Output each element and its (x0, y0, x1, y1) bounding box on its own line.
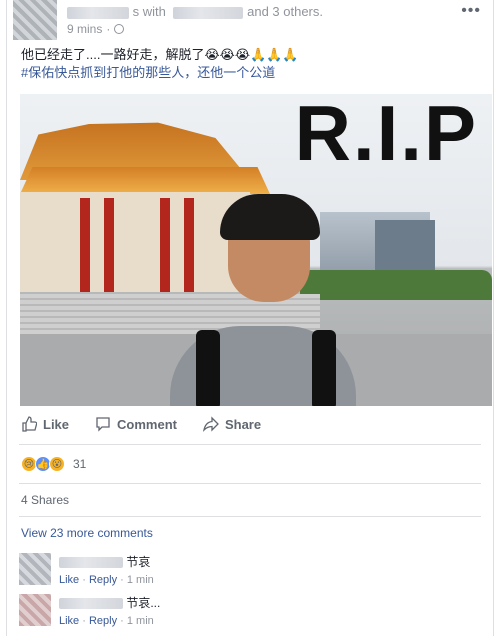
comment-text: 节哀 (126, 555, 151, 569)
comment-like-link[interactable]: Like (59, 615, 79, 627)
comment-item: 节哀... Like · Reply · 1 min (19, 594, 160, 627)
blurred-commenter-name[interactable] (59, 598, 123, 610)
post-meta: 9 mins · (67, 22, 125, 36)
pillar (184, 198, 194, 292)
divider (19, 483, 481, 484)
blurred-tagged-name[interactable] (173, 6, 244, 19)
comment-meta: Like · Reply · 1 min (59, 615, 154, 627)
blurred-commenter-name[interactable] (59, 557, 123, 569)
reaction-count: 31 (73, 457, 87, 471)
post-hashtag[interactable]: #保佑快点抓到打他的那些人，还他一个公道 (21, 64, 299, 82)
thumbs-up-icon (22, 416, 37, 432)
more-options-icon[interactable]: ••• (461, 2, 481, 20)
wow-reaction-icon: 😮 (49, 456, 65, 472)
comment-reply-link[interactable]: Reply (89, 574, 117, 586)
author-avatar[interactable] (13, 0, 57, 40)
comment-reply-link[interactable]: Reply (89, 615, 117, 627)
post-time[interactable]: 9 mins (67, 22, 102, 36)
temple-eave (20, 167, 270, 194)
commenter-avatar[interactable] (19, 594, 51, 626)
action-bar: Like Comment Share (21, 416, 261, 432)
view-more-comments-link[interactable]: View 23 more comments (21, 526, 153, 540)
comment-button[interactable]: Comment (95, 416, 177, 432)
temple-building (20, 192, 250, 292)
comment-label: Comment (117, 416, 177, 432)
post-card: s with and 3 others. 9 mins · ••• 他已经走了.… (6, 0, 494, 636)
divider (19, 516, 481, 517)
backpack-strap (196, 330, 220, 406)
divider (19, 444, 481, 445)
share-button[interactable]: Share (202, 416, 262, 432)
comment-item: 节哀 Like · Reply · 1 min (19, 553, 154, 586)
commenter-avatar[interactable] (19, 553, 51, 585)
trees (300, 270, 492, 300)
comment-bubble: 节哀 (59, 553, 154, 570)
post-photo[interactable]: R.I.P (20, 94, 492, 406)
with-text: s with (132, 4, 166, 19)
blurred-author-name[interactable] (67, 6, 129, 19)
reaction-summary[interactable]: 😢 👍 😮 31 (21, 456, 86, 472)
share-label: Share (224, 416, 262, 432)
like-label: Like (43, 416, 70, 432)
comment-like-link[interactable]: Like (59, 574, 79, 586)
person-hair (220, 194, 320, 240)
others-link[interactable]: and 3 others. (247, 4, 323, 19)
comment-time[interactable]: 1 min (127, 574, 154, 586)
comment-text: 节哀... (126, 596, 161, 610)
rip-caption: R.I.P (294, 94, 478, 177)
shares-count[interactable]: 4 Shares (21, 493, 69, 507)
comment-time[interactable]: 1 min (127, 615, 154, 627)
comment-bubble: 节哀... (59, 594, 160, 611)
share-arrow-icon (202, 416, 219, 432)
comment-icon (96, 417, 110, 432)
pillar (80, 198, 90, 292)
post-text: 他已经走了....一路好走，解脱了😭😭😭🙏🙏🙏 #保佑快点抓到打他的那些人，还他… (21, 46, 299, 82)
public-icon (114, 24, 125, 34)
like-button[interactable]: Like (21, 416, 69, 432)
backpack-strap (312, 330, 336, 406)
pillar (104, 198, 114, 292)
comment-meta: Like · Reply · 1 min (59, 574, 154, 586)
pillar (160, 198, 170, 292)
post-header: s with and 3 others. (67, 4, 323, 19)
post-text-line-1: 他已经走了....一路好走，解脱了😭😭😭🙏🙏🙏 (21, 47, 299, 62)
